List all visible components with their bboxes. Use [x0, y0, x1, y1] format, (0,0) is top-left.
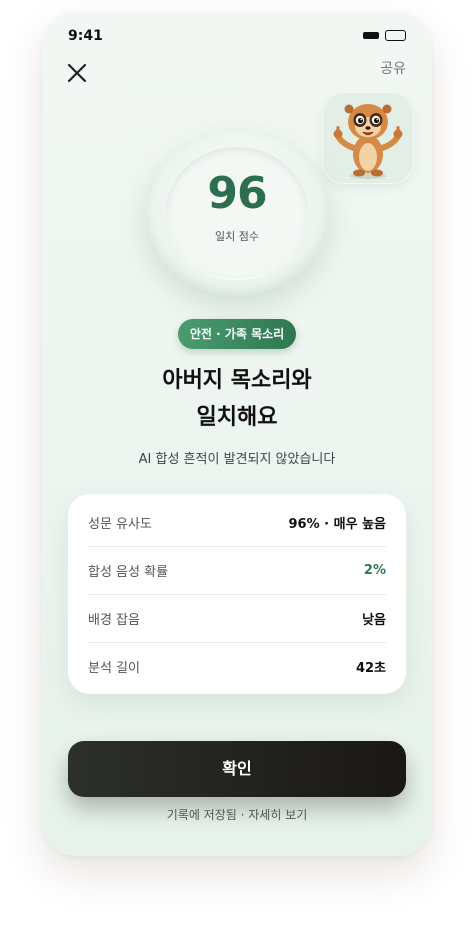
detail-label: 성문 유사도 [88, 516, 152, 532]
detail-row: 합성 음성 확률 2% [88, 546, 386, 594]
phone-screen: 9:41 공유 96 일치 점수 안전 · 가족 목소리 아버지 목소리와 일치… [42, 12, 432, 856]
battery-icon [385, 30, 406, 41]
headline-line-1: 아버지 목소리와 [162, 368, 312, 393]
status-icons [363, 30, 406, 41]
detail-value: 42초 [355, 660, 386, 676]
result-subtitle: AI 합성 흔적이 발견되지 않았습니다 [138, 452, 336, 467]
share-button[interactable]: 공유 [380, 58, 406, 78]
analysis-details-card: 성문 유사도 96% · 매우 높음 합성 음성 확률 2% 배경 잡음 낮음 … [68, 494, 406, 694]
detail-value: 낮음 [362, 612, 386, 628]
detail-value: 96% · 매우 높음 [288, 516, 386, 532]
detail-row: 분석 길이 42초 [88, 642, 386, 690]
close-icon [67, 63, 87, 83]
close-button[interactable] [64, 60, 90, 86]
match-score-value: 96 [207, 168, 267, 219]
mascot-card [322, 92, 414, 184]
result-headline: 아버지 목소리와 일치해요 [42, 362, 432, 436]
confirm-button[interactable]: 확인 [68, 741, 406, 797]
meerkat-mascot [333, 104, 403, 179]
detail-label: 합성 음성 확률 [88, 564, 169, 580]
status-badge: 안전 · 가족 목소리 [178, 319, 296, 349]
detail-row: 성문 유사도 96% · 매우 높음 [88, 498, 386, 546]
detail-label: 배경 잡음 [88, 612, 140, 628]
history-details-link[interactable]: 기록에 저장됨 · 자세히 보기 [42, 806, 432, 823]
match-score-label: 일치 점수 [215, 230, 259, 243]
detail-label: 분석 길이 [88, 660, 140, 676]
headline-line-2: 일치해요 [196, 405, 278, 430]
detail-row: 배경 잡음 낮음 [88, 594, 386, 642]
detail-value: 2% [363, 562, 386, 578]
status-time: 9:41 [68, 28, 103, 44]
signal-icon [363, 32, 379, 39]
